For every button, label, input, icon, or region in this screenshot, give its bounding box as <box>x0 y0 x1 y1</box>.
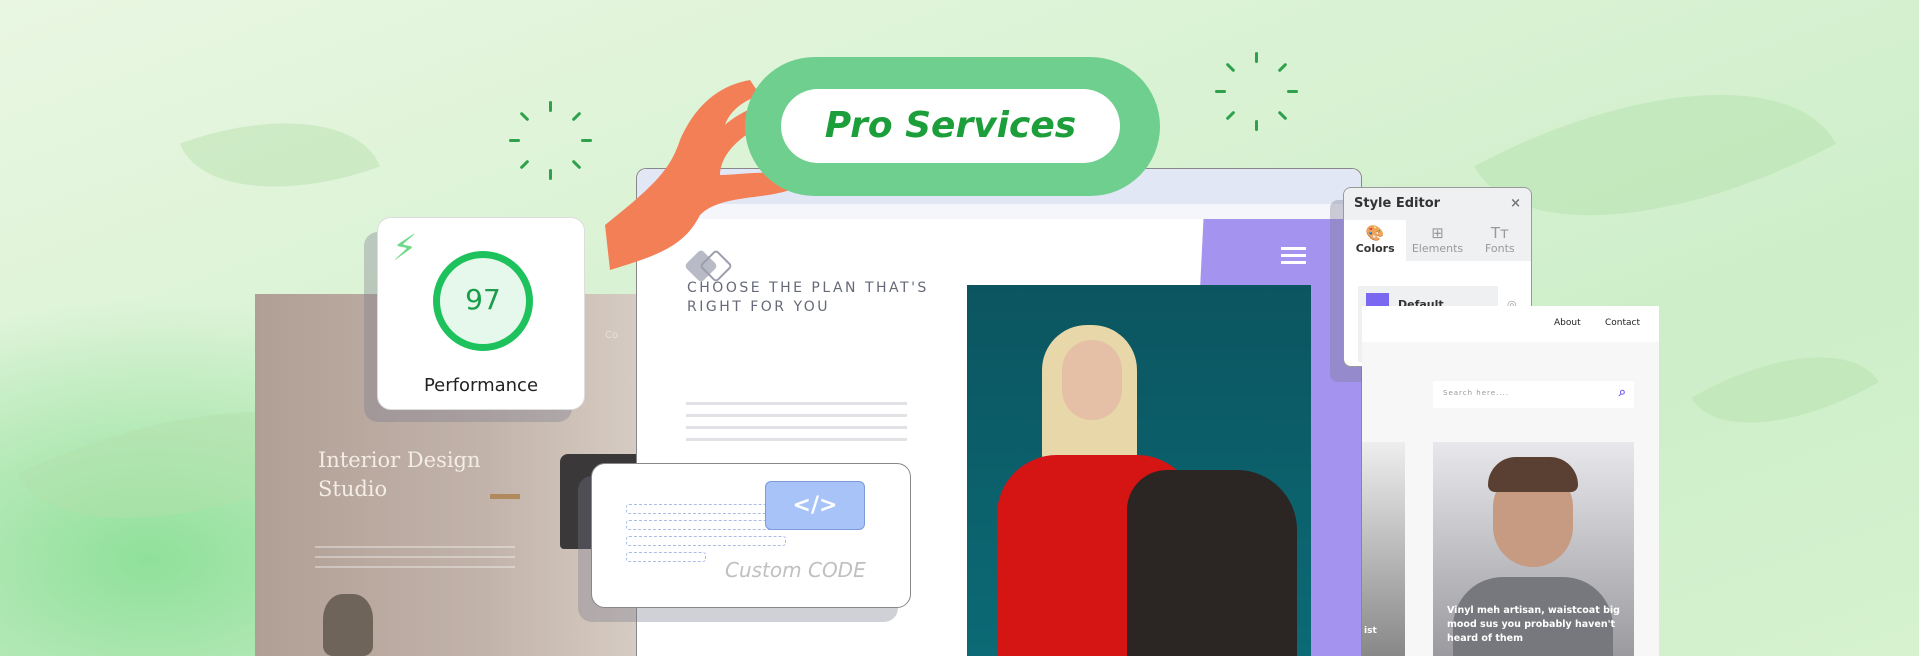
nav-contact[interactable]: Contact <box>1605 318 1640 328</box>
text-line <box>315 556 515 558</box>
tab-label: Elements <box>1411 242 1464 255</box>
post-caption: Vinyl meh artisan, waistcoat big mood su… <box>1447 605 1620 644</box>
side-caption: ist <box>1364 626 1377 636</box>
layout-icon: ⊞ <box>1431 224 1444 242</box>
leaf-decoration <box>1691 312 1879 468</box>
code-line <box>626 504 786 514</box>
tab-fonts[interactable]: Tт Fonts <box>1469 220 1531 261</box>
custom-code-label: Custom CODE <box>725 558 866 582</box>
pricing-heading: CHOOSE THE PLAN THAT'S RIGHT FOR YOU <box>687 280 929 315</box>
plant-image: ist <box>1362 442 1405 656</box>
hamburger-menu-icon[interactable] <box>1281 261 1306 264</box>
nav-snippet: Co <box>605 330 619 341</box>
search-input[interactable]: Search here.... ⌕ <box>1433 381 1634 408</box>
site-title: Interior Design Studio <box>318 448 481 501</box>
performance-score: 97 <box>465 283 501 316</box>
code-button[interactable]: </> <box>765 481 865 530</box>
text-line <box>686 438 907 441</box>
hamburger-menu-icon[interactable] <box>1281 247 1306 250</box>
vase <box>323 594 373 656</box>
close-icon[interactable]: × <box>1510 196 1521 212</box>
leaf-decoration <box>180 81 380 229</box>
style-editor-title: Style Editor <box>1354 196 1441 211</box>
code-line <box>626 520 786 530</box>
nav-about[interactable]: About <box>1554 318 1581 328</box>
search-placeholder: Search here.... <box>1443 389 1509 397</box>
text-line <box>315 566 515 568</box>
text-line <box>686 426 907 429</box>
palette-icon: 🎨 <box>1365 224 1385 242</box>
text-size-icon: Tт <box>1490 224 1509 242</box>
code-line <box>626 536 786 546</box>
search-icon[interactable]: ⌕ <box>1619 385 1626 400</box>
tab-colors[interactable]: 🎨 Colors <box>1344 220 1407 261</box>
portrait-image: Vinyl meh artisan, waistcoat big mood su… <box>1433 442 1634 656</box>
code-line <box>626 552 706 562</box>
text-line <box>686 414 907 417</box>
tab-label: Colors <box>1355 242 1395 255</box>
tab-label: Fonts <box>1484 242 1515 255</box>
custom-code-card: </> Custom CODE <box>591 463 911 608</box>
blog-site-preview: About Contact Search here.... ⌕ ist Vinyl… <box>1362 306 1659 656</box>
banner-title: Pro Services <box>781 89 1120 163</box>
lightning-icon: ⚡ <box>392 228 418 269</box>
side-table <box>490 494 520 499</box>
text-line <box>686 402 907 405</box>
tab-elements[interactable]: ⊞ Elements <box>1406 220 1468 261</box>
performance-label: Performance <box>423 375 539 396</box>
text-line <box>315 546 515 548</box>
hero-photo <box>967 285 1311 656</box>
hamburger-menu-icon[interactable] <box>1281 254 1306 257</box>
pro-services-badge: Pro Services <box>745 57 1160 196</box>
performance-card: ⚡ 97 Performance <box>377 217 585 410</box>
score-gauge: 97 <box>433 251 533 351</box>
